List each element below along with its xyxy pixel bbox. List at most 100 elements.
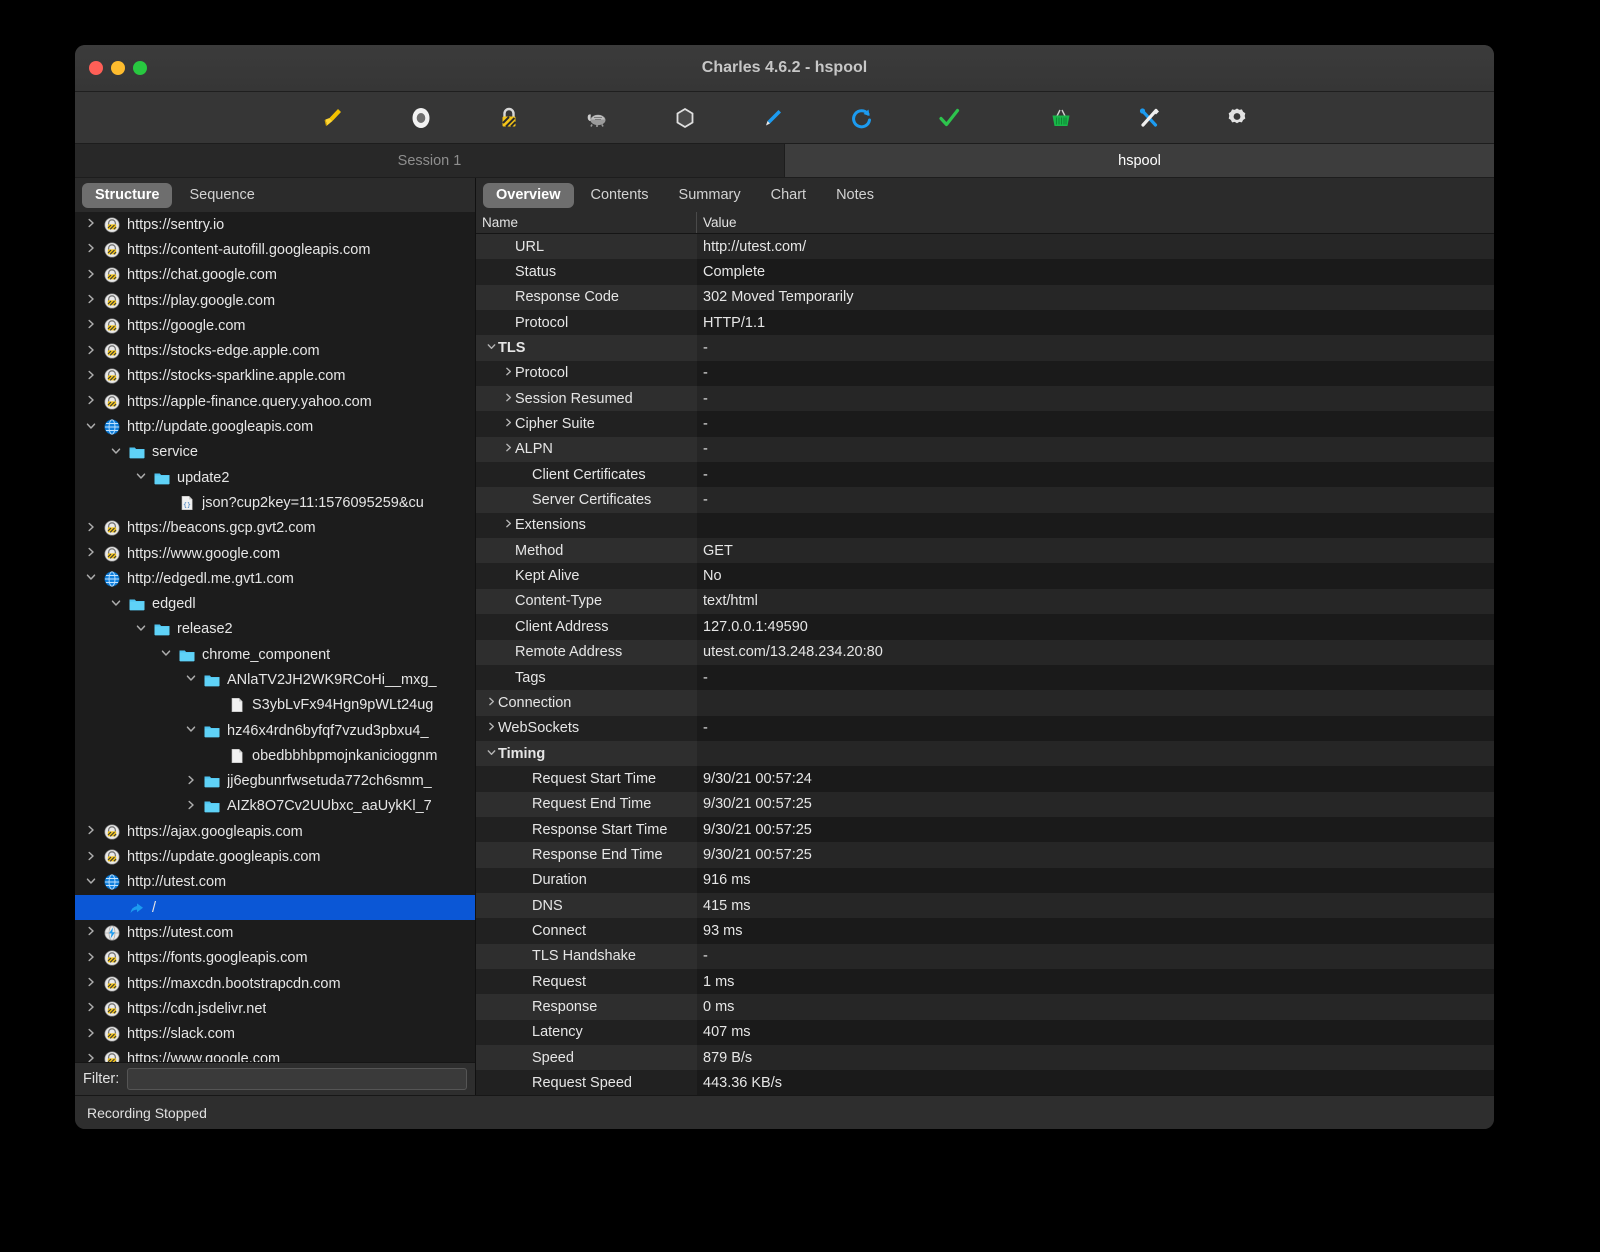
twisty-collapsed-icon[interactable] [81,824,101,839]
twisty-collapsed-icon[interactable] [81,394,101,409]
tree-row[interactable]: edgedl [75,591,475,616]
detail-row[interactable]: Response End Time9/30/21 00:57:25 [476,842,1494,867]
detail-row[interactable]: Content-Typetext/html [476,589,1494,614]
twisty-collapsed-icon[interactable] [501,366,515,380]
tree-row[interactable]: http://update.googleapis.com [75,414,475,439]
twisty-collapsed-icon[interactable] [81,976,101,991]
tab-summary[interactable]: Summary [666,183,754,208]
tree-row[interactable]: AIZk8O7Cv2UUbxc_aaUykKl_7 [75,794,475,819]
breakpoints-hexagon-icon[interactable] [655,98,715,138]
tree-row[interactable]: hz46x4rdn6byfqf7vzud3pbxu4_ [75,718,475,743]
tab-structure[interactable]: Structure [82,183,172,208]
twisty-collapsed-icon[interactable] [501,417,515,431]
detail-row[interactable]: Response0 ms [476,994,1494,1019]
detail-row[interactable]: DNS415 ms [476,893,1494,918]
clear-broom-icon[interactable] [303,98,363,138]
column-header-name[interactable]: Name [476,212,697,233]
detail-row[interactable]: Request1 ms [476,969,1494,994]
tree-row[interactable]: ANlaTV2JH2WK9RCoHi__mxg_ [75,667,475,692]
tree-row[interactable]: chrome_component [75,642,475,667]
twisty-collapsed-icon[interactable] [81,521,101,536]
twisty-collapsed-icon[interactable] [81,546,101,561]
twisty-expanded-icon[interactable] [81,875,101,890]
detail-row[interactable]: ProtocolHTTP/1.1 [476,310,1494,335]
tree-row[interactable]: {}json?cup2key=11:1576095259&cu [75,490,475,515]
tree-row[interactable]: obedbbhbpmojnkanicioggnm [75,743,475,768]
tree-row[interactable]: service [75,440,475,465]
throttle-turtle-icon[interactable] [567,98,627,138]
validate-check-icon[interactable] [919,98,979,138]
tree-row[interactable]: https://maxcdn.bootstrapcdn.com [75,971,475,996]
twisty-collapsed-icon[interactable] [81,318,101,333]
twisty-collapsed-icon[interactable] [181,774,201,789]
twisty-collapsed-icon[interactable] [81,925,101,940]
detail-row[interactable]: Kept AliveNo [476,563,1494,588]
twisty-collapsed-icon[interactable] [501,518,515,532]
tree-row[interactable]: https://utest.com [75,920,475,945]
tree-row[interactable]: https://play.google.com [75,288,475,313]
twisty-expanded-icon[interactable] [156,647,176,662]
detail-row[interactable]: Request Speed443.36 KB/s [476,1070,1494,1095]
repeat-refresh-icon[interactable] [831,98,891,138]
twisty-expanded-icon[interactable] [81,571,101,586]
twisty-expanded-icon[interactable] [484,341,498,355]
twisty-collapsed-icon[interactable] [81,850,101,865]
twisty-expanded-icon[interactable] [181,672,201,687]
detail-row[interactable]: Duration916 ms [476,868,1494,893]
twisty-expanded-icon[interactable] [81,420,101,435]
detail-row[interactable]: Latency407 ms [476,1020,1494,1045]
detail-row[interactable]: MethodGET [476,538,1494,563]
tree-row[interactable]: https://apple-finance.query.yahoo.com [75,389,475,414]
detail-row[interactable]: Response Start Time9/30/21 00:57:25 [476,817,1494,842]
basket-icon[interactable] [1031,98,1091,138]
detail-row[interactable]: Remote Addressutest.com/13.248.234.20:80 [476,640,1494,665]
twisty-collapsed-icon[interactable] [81,217,101,232]
tree-row[interactable]: https://beacons.gcp.gvt2.com [75,516,475,541]
tree-row[interactable]: https://sentry.io [75,212,475,237]
detail-row[interactable]: Session Resumed- [476,386,1494,411]
tree-row[interactable]: jj6egbunrfwsetuda772ch6smm_ [75,769,475,794]
twisty-collapsed-icon[interactable] [81,1052,101,1062]
detail-row[interactable]: Extensions [476,513,1494,538]
tree-row[interactable]: https://www.google.com [75,1047,475,1062]
twisty-expanded-icon[interactable] [484,747,498,761]
twisty-collapsed-icon[interactable] [81,268,101,283]
twisty-expanded-icon[interactable] [181,723,201,738]
detail-row[interactable]: Timing [476,741,1494,766]
detail-row[interactable]: TLS Handshake- [476,944,1494,969]
tree-row[interactable]: https://ajax.googleapis.com [75,819,475,844]
detail-row[interactable]: Protocol- [476,361,1494,386]
detail-row[interactable]: URLhttp://utest.com/ [476,234,1494,259]
tab-sequence[interactable]: Sequence [176,183,267,208]
ssl-lock-icon[interactable] [479,98,539,138]
tree-row[interactable]: https://chat.google.com [75,263,475,288]
detail-row[interactable]: Tags- [476,665,1494,690]
tree-row[interactable]: https://slack.com [75,1022,475,1047]
twisty-collapsed-icon[interactable] [501,392,515,406]
detail-row[interactable]: Connection [476,690,1494,715]
tree-row[interactable]: http://utest.com [75,870,475,895]
twisty-collapsed-icon[interactable] [81,951,101,966]
tree-row[interactable]: update2 [75,465,475,490]
detail-row[interactable]: Request End Time9/30/21 00:57:25 [476,792,1494,817]
twisty-expanded-icon[interactable] [106,445,126,460]
host-tree[interactable]: https://sentry.iohttps://content-autofil… [75,212,475,1062]
compose-pen-icon[interactable] [743,98,803,138]
tree-row[interactable]: S3ybLvFx94Hgn9pWLt24ug [75,693,475,718]
twisty-collapsed-icon[interactable] [81,1027,101,1042]
tree-row[interactable]: https://content-autofill.googleapis.com [75,237,475,262]
detail-row[interactable]: Cipher Suite- [476,411,1494,436]
settings-gear-icon[interactable] [1207,98,1267,138]
tab-contents[interactable]: Contents [578,183,662,208]
tree-row[interactable]: https://google.com [75,313,475,338]
tools-wrench-icon[interactable] [1119,98,1179,138]
detail-row[interactable]: Server Certificates- [476,487,1494,512]
detail-row[interactable]: ALPN- [476,437,1494,462]
detail-row[interactable]: StatusComplete [476,259,1494,284]
tree-row[interactable]: release2 [75,617,475,642]
tree-row[interactable]: https://update.googleapis.com [75,844,475,869]
detail-row[interactable]: Response Code302 Moved Temporarily [476,285,1494,310]
twisty-collapsed-icon[interactable] [484,721,498,735]
twisty-expanded-icon[interactable] [106,597,126,612]
tree-row[interactable]: https://www.google.com [75,541,475,566]
